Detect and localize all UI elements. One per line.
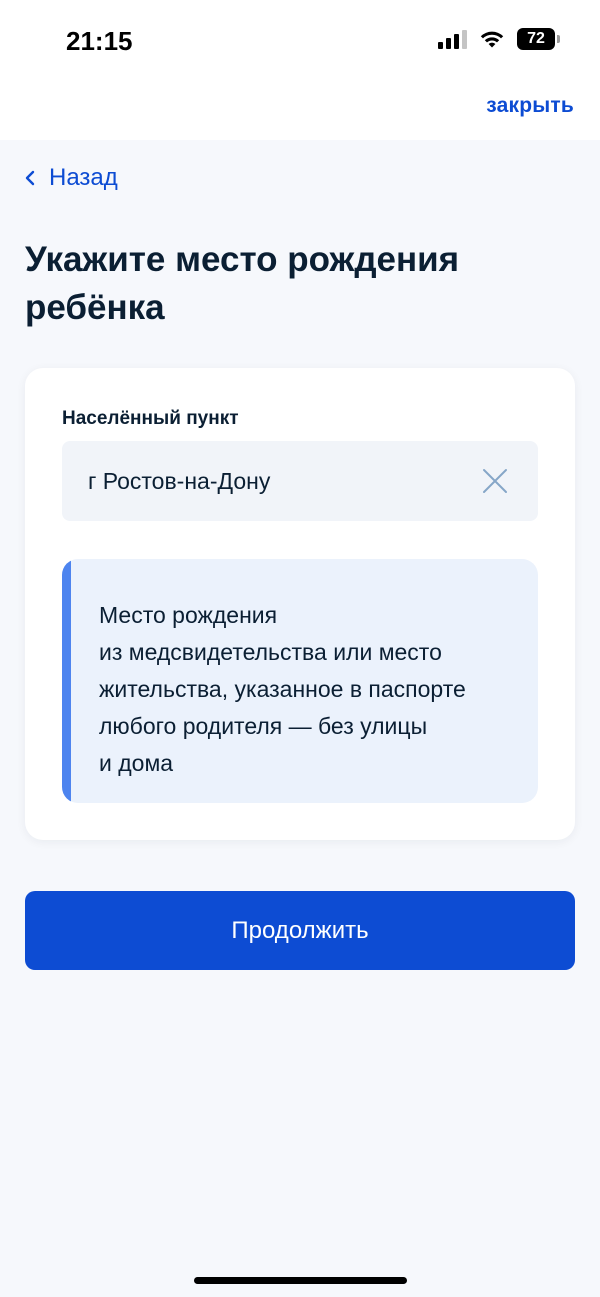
- battery-level: 72: [517, 28, 555, 50]
- page-title: Укажите место рождения ребёнка: [25, 240, 460, 327]
- info-line: и дома: [99, 750, 174, 776]
- info-text: Место рождения из медсвидетельства или м…: [99, 597, 519, 782]
- info-accent-bar: [62, 559, 71, 803]
- locality-input[interactable]: г Ростов-на-Дону: [62, 441, 538, 521]
- info-line: из медсвидетельства или место: [99, 639, 442, 665]
- status-icons: 72: [438, 28, 560, 50]
- form-card: Населённый пункт г Ростов-на-Дону Место …: [25, 368, 575, 840]
- battery-icon: 72: [517, 28, 560, 50]
- chevron-left-icon: [25, 170, 35, 186]
- back-button[interactable]: Назад: [25, 164, 118, 192]
- info-line: жительства, указанное в паспорте: [99, 676, 466, 702]
- back-label: Назад: [49, 164, 118, 191]
- close-link[interactable]: закрыть: [486, 94, 574, 118]
- close-icon[interactable]: [482, 468, 508, 494]
- home-indicator: [194, 1277, 407, 1284]
- info-line: Место рождения: [99, 602, 278, 628]
- locality-input-value: г Ростов-на-Дону: [88, 468, 271, 494]
- wifi-icon: [480, 31, 504, 48]
- status-time: 21:15: [66, 26, 133, 56]
- top-bar: 21:15 72 закрыть: [0, 0, 600, 140]
- locality-label: Населённый пункт: [62, 408, 239, 429]
- continue-button[interactable]: Продолжить: [25, 891, 575, 970]
- info-line: любого родителя — без улицы: [99, 713, 428, 739]
- cellular-signal-icon: [438, 29, 467, 49]
- info-box: Место рождения из медсвидетельства или м…: [62, 559, 538, 803]
